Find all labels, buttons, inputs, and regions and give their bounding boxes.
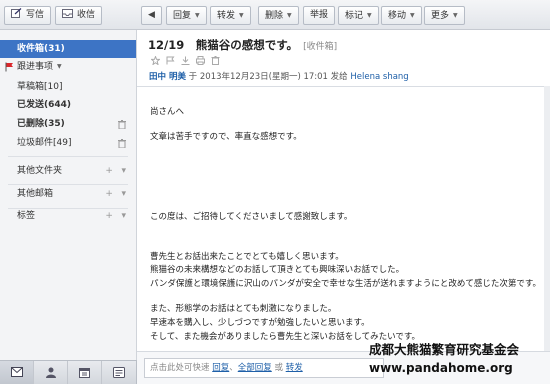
tab-mail[interactable]: [0, 361, 34, 384]
body-line: 曹先生とお話出来たことでとても嬉しく思います。: [150, 252, 344, 262]
meta-date: 于 2013年12月23日(星期一) 17:01 发给: [188, 72, 348, 82]
mark-button[interactable]: 标记 ▼: [338, 6, 379, 25]
body-line: パンダ保護と環境保護に沢山のパンダが安全で幸せな生活が送れますようにと改めて感じ…: [150, 279, 542, 289]
move-button[interactable]: 移动 ▼: [381, 6, 422, 25]
body-line: 文章は苦手ですので、率直な感想です。: [150, 132, 302, 142]
sidebar-item-other-folders[interactable]: 其他文件夹 + ▾: [0, 162, 136, 180]
tab-contacts[interactable]: [34, 361, 68, 384]
watermark-org-name: 成都大熊猫繁育研究基金会: [369, 342, 520, 357]
sidebar-item-spam[interactable]: 垃圾邮件[49]: [0, 134, 136, 152]
sidebar-item-deleted[interactable]: 已删除(35): [0, 115, 136, 133]
email-meta: 田中 明美 于 2013年12月23日(星期一) 17:01 发给 Helena…: [149, 70, 409, 82]
chevron-down-icon[interactable]: ▾: [121, 211, 126, 221]
chevron-down-icon: ▼: [239, 12, 244, 19]
quick-reply-all-link[interactable]: 全部回复: [238, 363, 272, 373]
reply-button[interactable]: 回复 ▼: [166, 6, 207, 25]
delete-icon[interactable]: [211, 56, 220, 65]
sidebar-item-other-mailboxes[interactable]: 其他邮箱 + ▾: [0, 185, 136, 203]
divider: [137, 86, 550, 87]
inbox-button[interactable]: 收信: [55, 6, 103, 25]
delete-button[interactable]: 删除 ▼: [258, 6, 299, 25]
chevron-down-icon[interactable]: ▾: [121, 166, 126, 176]
report-button[interactable]: 举报: [303, 6, 336, 25]
bottom-tabs: [0, 360, 137, 384]
reading-pane: 12/19 熊猫谷の感想です。 [收件箱] 田中 明美 于 2013年12月23日…: [137, 30, 550, 384]
mail-app: 写信 收信 ◀ 回复 ▼ 转发 ▼ 删除 ▼ 举报 标记 ▼ 移动 ▼ 更多 ▼ 收件箱(3…: [0, 0, 550, 384]
forward-button[interactable]: 转发 ▼: [210, 6, 251, 25]
compose-icon: [11, 8, 22, 18]
add-mailbox-controls[interactable]: + ▾: [105, 185, 126, 203]
sender-name[interactable]: 田中 明美: [149, 72, 186, 82]
sidebar-item-drafts[interactable]: 草稿箱[10]: [0, 78, 136, 96]
add-tag-controls[interactable]: + ▾: [105, 207, 126, 225]
back-button[interactable]: ◀: [141, 6, 162, 25]
sidebar: 收件箱(31) 跟进事项 ▼ 草稿箱[10] 已发送(644) 已删除(35) 垃…: [0, 30, 137, 360]
chevron-down-icon: ▼: [287, 12, 292, 19]
email-subject: 12/19 熊猫谷の感想です。 [收件箱]: [148, 38, 338, 52]
divider: [8, 156, 128, 157]
tab-calendar[interactable]: [68, 361, 102, 384]
sidebar-item-sent[interactable]: 已发送(644): [0, 96, 136, 114]
print-icon[interactable]: [196, 56, 205, 65]
flag-icon: [5, 62, 13, 72]
body-line: また、形態学のお話はとても刺激になりました。: [150, 304, 337, 314]
quick-forward-link[interactable]: 转发: [286, 363, 303, 373]
flag-outline-icon[interactable]: [166, 56, 175, 65]
plus-icon[interactable]: +: [105, 211, 113, 221]
sidebar-item-inbox[interactable]: 收件箱(31): [0, 40, 136, 58]
chevron-down-icon[interactable]: ▾: [121, 189, 126, 199]
calendar-icon: [79, 368, 90, 378]
inbox-icon: [62, 9, 73, 18]
more-button[interactable]: 更多 ▼: [424, 6, 465, 25]
back-arrow-icon: ◀: [148, 10, 155, 20]
chevron-down-icon: ▼: [453, 12, 458, 19]
trash-icon[interactable]: [118, 120, 126, 129]
body-line: 早速本を購入し、少しづつですが勉強したいと思います。: [150, 318, 370, 328]
chevron-down-icon: ▼: [195, 12, 200, 19]
watermark-url: www.pandahome.org: [369, 361, 513, 375]
notes-icon: [113, 367, 125, 378]
quick-reply-link[interactable]: 回复: [212, 363, 229, 373]
contacts-icon: [46, 367, 56, 378]
toolbar: 写信 收信 ◀ 回复 ▼ 转发 ▼ 删除 ▼ 举报 标记 ▼ 移动 ▼ 更多 ▼: [0, 0, 550, 30]
download-icon[interactable]: [181, 56, 190, 65]
star-icon[interactable]: [150, 55, 161, 66]
body-line: 熊猫谷の未来構想などのお話して頂きとても興味深いお話でした。: [150, 265, 405, 275]
tab-notes[interactable]: [102, 361, 136, 384]
chevron-down-icon: ▼: [410, 12, 415, 19]
body-line: この度は、ご招待してくださいまして感謝致します。: [150, 212, 353, 222]
recipient-name[interactable]: Helena shang: [350, 72, 408, 82]
sidebar-item-tags[interactable]: 标签 + ▾: [0, 207, 136, 225]
chevron-down-icon: ▼: [367, 12, 372, 19]
compose-button[interactable]: 写信: [4, 6, 52, 25]
plus-icon[interactable]: +: [105, 189, 113, 199]
add-folder-controls[interactable]: + ▾: [105, 162, 126, 180]
scrollbar[interactable]: [544, 86, 550, 351]
plus-icon[interactable]: +: [105, 166, 113, 176]
quick-reply-input[interactable]: 点击此处可快速 回复、全部回复 或 转发: [144, 358, 384, 378]
chevron-down-icon: ▼: [57, 63, 62, 70]
mail-icon: [11, 367, 23, 377]
trash-icon[interactable]: [118, 139, 126, 148]
sidebar-item-followup[interactable]: 跟进事项 ▼: [0, 58, 136, 76]
body-line: 尚さんへ: [150, 107, 185, 117]
